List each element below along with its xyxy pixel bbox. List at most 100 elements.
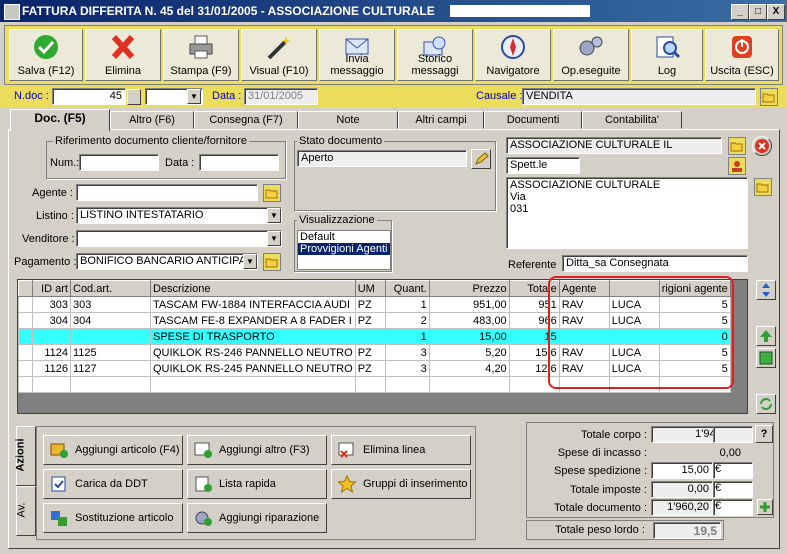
ndoc-field[interactable]: 45 — [52, 88, 126, 105]
exit-button[interactable]: Uscita (ESC) — [705, 29, 779, 81]
ndoc-label: N.doc : — [14, 90, 49, 102]
chevron-down-icon[interactable]: ▼ — [243, 254, 257, 269]
indirizzo-folder-button[interactable] — [754, 178, 772, 196]
exit-label: Uscita (ESC) — [710, 65, 774, 77]
pagamento-select[interactable]: BONIFICO BANCARIO ANTICIPA — [76, 253, 258, 270]
quick-list-button[interactable]: Lista rapida — [187, 469, 327, 499]
cell-id: 303 — [32, 296, 71, 313]
row-selector[interactable] — [18, 328, 33, 345]
view-option-provvigioni[interactable]: Provvigioni Agenti — [298, 243, 390, 255]
row-expand-button[interactable] — [756, 348, 776, 368]
col-um[interactable]: UM — [354, 280, 386, 297]
print-button[interactable]: Stampa (F9) — [163, 29, 239, 81]
power-icon — [732, 36, 752, 58]
num-field[interactable] — [79, 154, 159, 171]
causale-field[interactable]: VENDITA — [522, 88, 756, 105]
col-id[interactable]: ID art — [32, 280, 71, 297]
chevron-down-icon: ▼ — [187, 89, 201, 104]
ndoc-spin-button[interactable] — [127, 89, 141, 105]
refresh-rows-button[interactable] — [756, 394, 776, 414]
causale-folder-button[interactable] — [760, 88, 778, 106]
save-button[interactable]: Salva (F12) — [9, 29, 83, 81]
add-other-button[interactable]: Aggiungi altro (F3) — [187, 435, 327, 465]
log-magnifier-icon — [656, 36, 681, 59]
tab-azioni[interactable]: Azioni — [15, 426, 36, 486]
maximize-button[interactable]: □ — [749, 4, 767, 20]
insert-groups-button[interactable]: Gruppi di inserimento — [331, 469, 471, 499]
row-selector[interactable] — [18, 360, 33, 377]
visual-button[interactable]: Visual (F10) — [241, 29, 317, 81]
row-selector-header — [18, 280, 33, 297]
cliente-indirizzo-box[interactable]: ASSOCIAZIONE CULTURALE Via 031 — [506, 177, 748, 249]
pencil-icon — [475, 152, 489, 165]
col-cod[interactable]: Cod.art. — [70, 280, 151, 297]
agente-folder-button[interactable] — [263, 184, 281, 202]
log-button[interactable]: Log — [631, 29, 703, 81]
add-other-icon — [194, 442, 212, 458]
replace-article-button[interactable]: Sostituzione articolo — [43, 503, 183, 533]
cliente-clear-button[interactable] — [752, 136, 772, 156]
operations-button[interactable]: Op.eseguite — [553, 29, 629, 81]
cell-qta: 2 — [384, 312, 430, 329]
col-prezzo[interactable]: Prezzo — [428, 280, 510, 297]
pagamento-folder-button[interactable] — [263, 253, 281, 271]
magic-wand-icon — [267, 36, 291, 60]
cliente-folder-button[interactable] — [728, 137, 746, 155]
send-message-button[interactable]: Invia messaggio — [319, 29, 395, 81]
cell-id: 1126 — [32, 360, 71, 377]
delete-line-button[interactable]: Elimina linea — [331, 435, 471, 465]
row-selector[interactable] — [18, 312, 33, 329]
cliente-ragione-field[interactable]: ASSOCIAZIONE CULTURALE IL — [506, 137, 722, 154]
tab-consegna[interactable]: Consegna (F7) — [194, 111, 298, 129]
tab-note[interactable]: Note — [298, 111, 398, 129]
add-article-button[interactable]: Aggiungi articolo (F4) — [43, 435, 183, 465]
navigator-button[interactable]: Navigatore — [475, 29, 551, 81]
tab-documenti[interactable]: Documenti — [484, 111, 582, 129]
app-icon — [4, 4, 20, 20]
help-button[interactable]: ? — [755, 425, 773, 443]
row-selector[interactable] — [18, 296, 33, 313]
tab-contabilita[interactable]: Contabilita' — [582, 111, 682, 129]
spese-spedizione-currency[interactable]: € — [713, 462, 753, 479]
delete-button[interactable]: Elimina — [85, 29, 161, 81]
calculator-button[interactable] — [757, 499, 773, 515]
tab-altri-campi[interactable]: Altri campi — [398, 111, 484, 129]
folder-icon — [265, 189, 278, 199]
row-selector[interactable] — [18, 344, 33, 361]
cell-cod: 304 — [70, 312, 151, 329]
venditore-select[interactable] — [76, 230, 282, 247]
referente-field[interactable]: Ditta_sa Consegnata — [562, 255, 748, 272]
chevron-down-icon[interactable]: ▼ — [267, 208, 281, 223]
rif-date-field[interactable] — [199, 154, 279, 171]
row-up-button[interactable] — [756, 326, 776, 346]
tab-doc[interactable]: Doc. (F5) — [10, 109, 110, 131]
date-field[interactable]: 31/01/2005 — [244, 88, 318, 105]
message-history-button[interactable]: Storico messaggi — [397, 29, 473, 81]
load-ddt-button[interactable]: Carica da DDT — [43, 469, 183, 499]
col-qta[interactable]: Quant. — [384, 280, 430, 297]
ndoc-series-select[interactable]: ▼ — [145, 88, 203, 105]
close-window-button[interactable]: X — [767, 4, 785, 20]
listino-select[interactable]: LISTINO INTESTATARIO — [76, 207, 282, 224]
col-desc[interactable]: Descrizione — [150, 280, 356, 297]
plus-icon — [760, 502, 770, 512]
cliente-titolo-field[interactable]: Spett.le — [506, 157, 580, 174]
cliente-contact-button[interactable] — [728, 157, 746, 175]
venditore-label: Venditore : — [22, 233, 75, 245]
tab-av[interactable]: Av. — [15, 486, 36, 536]
stato-edit-button[interactable] — [471, 149, 491, 169]
visualizzazione-group: Visualizzazione Default Provvigioni Agen… — [294, 214, 392, 272]
cell-prezzo: 951,00 — [428, 296, 510, 313]
chevron-down-icon[interactable]: ▼ — [267, 231, 281, 246]
navigator-label: Navigatore — [486, 65, 540, 77]
add-repair-button[interactable]: Aggiungi riparazione — [187, 503, 327, 533]
agente-field[interactable] — [76, 184, 258, 201]
spese-spedizione-field[interactable]: 15,00 — [651, 462, 713, 479]
minimize-button[interactable]: _ — [731, 4, 749, 20]
move-row-button[interactable] — [756, 280, 776, 300]
visualizzazione-list[interactable]: Default Provvigioni Agenti — [297, 230, 391, 270]
log-label: Log — [657, 65, 677, 77]
view-option-default[interactable]: Default — [298, 231, 390, 243]
tab-altro[interactable]: Altro (F6) — [110, 111, 194, 129]
annotation-highlight — [548, 276, 734, 389]
